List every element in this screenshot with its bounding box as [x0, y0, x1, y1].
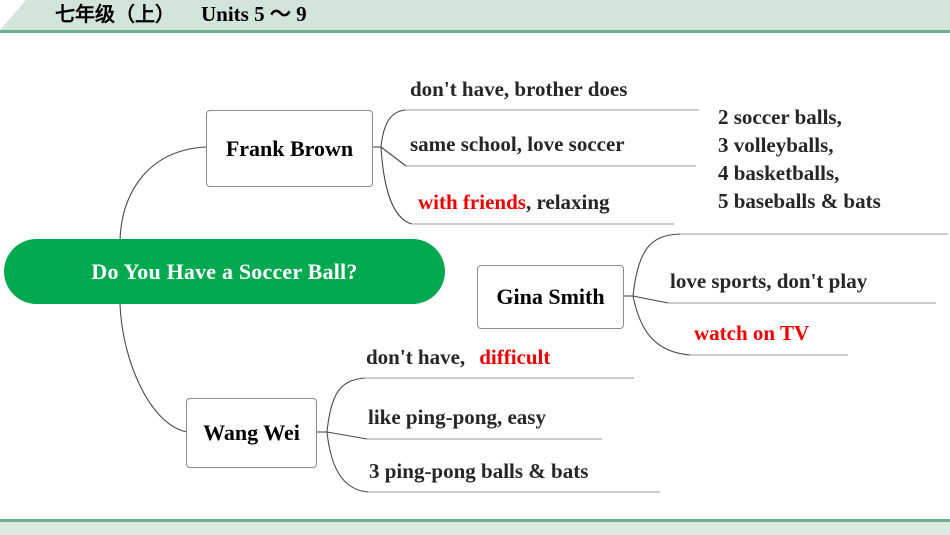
leaf-wang-2-text: like ping-pong, easy: [368, 405, 546, 429]
node-frank-brown-label: Frank Brown: [225, 135, 354, 161]
header-banner-underline: [0, 30, 950, 33]
leaf-wang-1: don't have, difficult: [366, 346, 550, 368]
wire-central-to-frank: [119, 146, 207, 241]
node-gina-smith-label: Gina Smith: [496, 284, 605, 309]
leaf-gina-1-line-1: 2 soccer balls,: [718, 105, 842, 129]
leaf-gina-1-line-2: 3 volleyballs,: [718, 132, 834, 157]
wire-gina-leaf-2: [632, 295, 669, 304]
header-volume: （上）: [115, 2, 175, 26]
leaf-gina-2: love sports, don't play: [670, 270, 867, 292]
header-grade: 七年级: [55, 2, 115, 26]
central-node-label: Do You Have a Soccer Ball?: [91, 258, 358, 284]
leaf-gina-3: watch on TV: [694, 322, 809, 344]
node-gina-smith[interactable]: Gina Smith: [477, 265, 624, 329]
central-node[interactable]: Do You Have a Soccer Ball?: [4, 239, 445, 304]
leaf-frank-2-text: same school, love soccer: [410, 132, 625, 156]
leaf-frank-1: don't have, brother does: [410, 78, 627, 100]
wire-wang-leaf-3: [326, 431, 369, 493]
leaf-frank-3-highlight: with friends: [418, 190, 526, 214]
leaf-frank-2: same school, love soccer: [410, 133, 625, 155]
slide-canvas: 七年级（上） Units 5 ～ 9 Do You Have a Soccer …: [0, 0, 950, 535]
header-title: 七年级（上） Units 5 ～ 9: [55, 0, 307, 29]
wire-frank-leaf-3: [380, 146, 413, 225]
leaf-frank-3: with friends, relaxing: [418, 191, 610, 213]
leaf-gina-1-line-4: 5 baseballs & bats: [718, 188, 881, 213]
node-frank-brown[interactable]: Frank Brown: [206, 110, 373, 187]
leaf-gina-2-text: love sports, don't play: [670, 269, 868, 293]
leaf-frank-3-text: , relaxing: [525, 190, 610, 214]
leaf-gina-1: 2 soccer balls, 3 volleyballs, 4 basketb…: [718, 104, 881, 216]
node-wang-wei-label: Wang Wei: [203, 420, 300, 445]
leaf-wang-1-highlight: difficult: [479, 345, 551, 369]
leaf-gina-1-line-3: 4 basketballs,: [718, 160, 840, 185]
wire-frank-leaf-2: [380, 146, 407, 167]
node-wang-wei[interactable]: Wang Wei: [186, 398, 317, 468]
leaf-wang-2: like ping-pong, easy: [368, 406, 546, 428]
wire-wang-leaf-2: [326, 431, 368, 440]
footer-bar: [0, 519, 950, 535]
wire-gina-leaf-3: [632, 295, 691, 356]
header-units: Units 5 ～ 9: [201, 2, 307, 26]
wire-frank-leaf-1: [380, 109, 406, 148]
leaf-wang-3-text: 3 ping-pong balls & bats: [369, 459, 589, 483]
leaf-frank-1-text: don't have, brother does: [410, 77, 628, 101]
wire-wang-leaf-1: [326, 377, 366, 433]
leaf-gina-3-highlight: watch on TV: [694, 321, 810, 345]
wire-central-to-wang: [119, 303, 188, 433]
leaf-wang-1-text: don't have,: [366, 345, 466, 369]
leaf-wang-3: 3 ping-pong balls & bats: [369, 460, 588, 482]
